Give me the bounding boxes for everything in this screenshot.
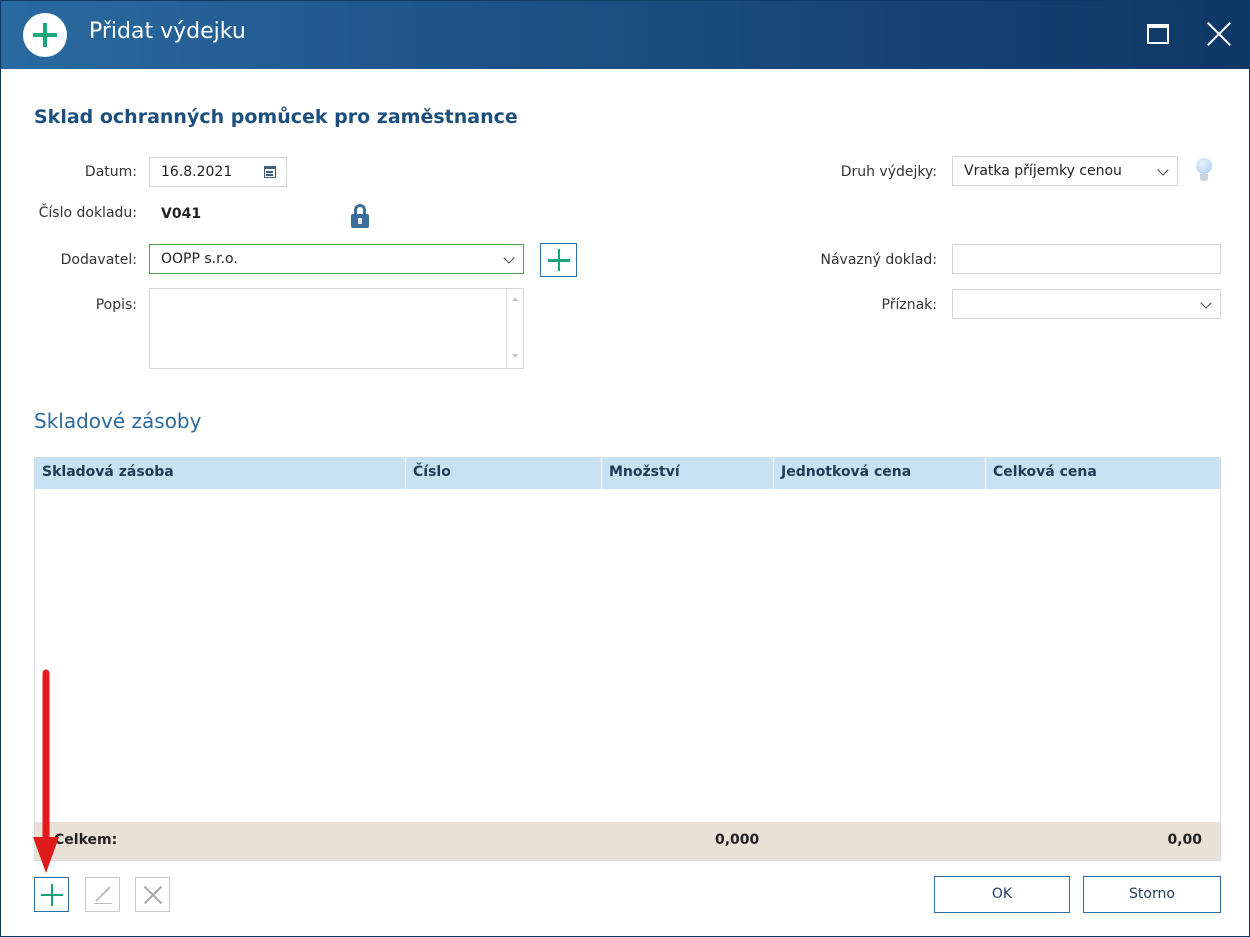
- flag-select[interactable]: [952, 289, 1221, 319]
- supplier-select[interactable]: OOPP s.r.o.: [149, 244, 524, 274]
- ok-button[interactable]: OK: [934, 876, 1070, 913]
- column-header-quantity[interactable]: Množství: [602, 458, 774, 489]
- issue-type-select[interactable]: Vratka příjemky cenou: [952, 156, 1178, 186]
- related-document-field[interactable]: [952, 244, 1221, 274]
- column-header-unit-price[interactable]: Jednotková cena: [774, 458, 986, 489]
- quantity-total: 0,000: [715, 832, 760, 848]
- navazny-label: Návazný doklad:: [820, 252, 937, 268]
- edit-item-button[interactable]: [85, 877, 120, 912]
- add-supplier-button[interactable]: [540, 243, 577, 277]
- column-header-total-price[interactable]: Celková cena: [986, 458, 1222, 489]
- description-textarea[interactable]: [149, 288, 524, 369]
- scroll-down-icon[interactable]: [512, 354, 518, 358]
- lock-icon[interactable]: [351, 204, 369, 228]
- column-header-stock-item[interactable]: Skladová zásoba: [35, 458, 406, 489]
- lightbulb-icon[interactable]: [1195, 158, 1213, 184]
- close-icon[interactable]: [1206, 21, 1232, 47]
- add-item-button[interactable]: [34, 877, 69, 912]
- chevron-down-icon: [503, 252, 515, 264]
- stock-items-grid[interactable]: Skladová zásoba Číslo Množství Jednotkov…: [34, 457, 1221, 861]
- dialog-window: Přidat výdejku Sklad ochranných pomůcek …: [0, 0, 1250, 937]
- cislo-label: Číslo dokladu:: [38, 205, 137, 221]
- delete-item-button[interactable]: [135, 877, 170, 912]
- x-icon: [143, 885, 163, 905]
- datum-label: Datum:: [84, 164, 137, 180]
- issue-type-value: Vratka příjemky cenou: [964, 163, 1122, 179]
- chevron-down-icon: [1200, 297, 1212, 309]
- druh-label: Druh výdejky:: [840, 164, 937, 180]
- plus-icon: [547, 249, 570, 271]
- title-bar: Přidat výdejku: [1, 1, 1249, 69]
- page-heading: Sklad ochranných pomůcek pro zaměstnance: [34, 106, 518, 128]
- pencil-icon: [94, 886, 112, 904]
- section-title: Skladové zásoby: [34, 409, 202, 433]
- window-title: Přidat výdejku: [89, 19, 246, 44]
- textarea-scrollbar[interactable]: [506, 289, 523, 368]
- priznak-label: Příznak:: [881, 297, 937, 313]
- calendar-icon[interactable]: [264, 166, 276, 178]
- plus-icon: [40, 883, 63, 906]
- grid-footer: Celkem: 0,000 0,00: [35, 822, 1220, 860]
- chevron-down-icon: [1157, 164, 1169, 176]
- popis-label: Popis:: [95, 297, 137, 313]
- document-number: V041: [161, 206, 202, 222]
- dodavatel-label: Dodavatel:: [60, 252, 137, 268]
- cancel-button[interactable]: Storno: [1083, 876, 1221, 913]
- date-value: 16.8.2021: [161, 164, 233, 180]
- scroll-up-icon[interactable]: [512, 297, 518, 301]
- price-total: 0,00: [1167, 832, 1202, 848]
- supplier-value: OOPP s.r.o.: [161, 251, 238, 267]
- total-label: Celkem:: [54, 832, 118, 848]
- grid-header: Skladová zásoba Číslo Množství Jednotkov…: [35, 458, 1220, 489]
- maximize-icon[interactable]: [1147, 24, 1169, 44]
- column-header-number[interactable]: Číslo: [406, 458, 602, 489]
- plus-circle-icon: [23, 13, 67, 57]
- red-arrow-down-icon: [33, 669, 59, 873]
- date-field[interactable]: 16.8.2021: [149, 157, 287, 187]
